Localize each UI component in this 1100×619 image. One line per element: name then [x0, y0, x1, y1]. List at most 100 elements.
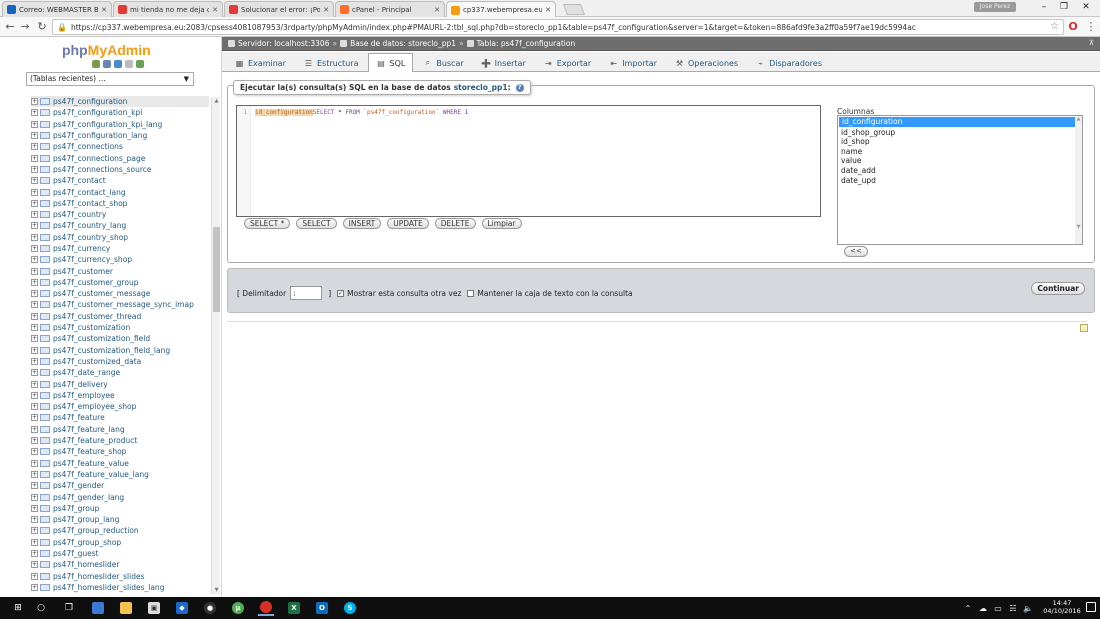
skype-icon[interactable]: S: [342, 600, 358, 616]
expand-icon[interactable]: +: [31, 516, 38, 524]
maximize-icon[interactable]: ❐: [1054, 2, 1074, 12]
table-tree-item[interactable]: + ps47f_customer_message_sync_imap: [31, 299, 209, 310]
table-name[interactable]: ps47f_customer_group: [53, 278, 138, 287]
expand-icon[interactable]: +: [31, 437, 38, 445]
bookmark-star-icon[interactable]: ☆: [1050, 21, 1059, 32]
close-tab-icon[interactable]: ✕: [545, 6, 551, 14]
expand-icon[interactable]: +: [31, 278, 38, 286]
table-name[interactable]: ps47f_customer_message_sync_imap: [53, 300, 194, 309]
table-name[interactable]: ps47f_homeslider_slides: [53, 572, 145, 581]
table-name[interactable]: ps47f_configuration: [53, 97, 127, 106]
close-tab-icon[interactable]: ✕: [101, 6, 107, 14]
table-name[interactable]: ps47f_homeslider_slides_lang: [53, 583, 164, 592]
table-tree-item[interactable]: + ps47f_connections: [31, 141, 209, 152]
table-name[interactable]: ps47f_gender_lang: [53, 493, 124, 502]
sql-editor[interactable]: 1 id_configurationSELECT * FROM `ps47f_c…: [236, 105, 821, 217]
expand-icon[interactable]: +: [31, 233, 38, 241]
tray-chevron-icon[interactable]: ⌃: [960, 600, 976, 616]
expand-icon[interactable]: +: [31, 109, 38, 117]
table-name[interactable]: ps47f_date_range: [53, 368, 120, 377]
table-tree-item[interactable]: + ps47f_homeslider: [31, 559, 209, 570]
expand-icon[interactable]: +: [31, 504, 38, 512]
opera-icon[interactable]: O: [1066, 20, 1080, 34]
table-name[interactable]: ps47f_country: [53, 210, 106, 219]
tab-exportar[interactable]: ⇥ Exportar: [536, 54, 599, 71]
minimize-icon[interactable]: –: [1034, 2, 1054, 12]
table-tree-item[interactable]: + ps47f_feature_value: [31, 458, 209, 469]
tab-operaciones[interactable]: ⚒ Operaciones: [667, 54, 746, 71]
cortana-icon[interactable]: ○: [33, 600, 49, 616]
table-tree-item[interactable]: + ps47f_feature_value_lang: [31, 469, 209, 480]
phpmyadmin-logo[interactable]: phpMyAdmin: [62, 42, 151, 58]
table-name[interactable]: ps47f_customization: [53, 323, 130, 332]
expand-icon[interactable]: +: [31, 380, 38, 388]
table-tree-item[interactable]: + ps47f_group_shop: [31, 537, 209, 548]
help-icon[interactable]: [114, 60, 122, 68]
table-name[interactable]: ps47f_group_lang: [53, 515, 119, 524]
expand-icon[interactable]: +: [31, 290, 38, 298]
tab-buscar[interactable]: ⌕ Buscar: [415, 54, 471, 71]
breadcrumb-table[interactable]: Tabla: ps47f_configuration: [477, 39, 576, 48]
table-tree-item[interactable]: + ps47f_connections_page: [31, 152, 209, 163]
table-name[interactable]: ps47f_connections: [53, 142, 123, 151]
table-name[interactable]: ps47f_customer_thread: [53, 312, 141, 321]
column-option[interactable]: id_configuration: [839, 117, 1081, 127]
back-icon[interactable]: ←: [3, 20, 17, 34]
table-tree-item[interactable]: + ps47f_gender: [31, 480, 209, 491]
browser-tab[interactable]: Correo: WEBMASTER BU ✕: [2, 1, 112, 17]
expand-icon[interactable]: +: [31, 403, 38, 411]
file-explorer-icon[interactable]: [118, 600, 134, 616]
menu-icon[interactable]: ⋮: [1084, 20, 1098, 34]
query-template-button[interactable]: UPDATE: [387, 218, 429, 229]
table-name[interactable]: ps47f_feature: [53, 413, 105, 422]
profile-button[interactable]: Jose Perez: [974, 2, 1016, 12]
browser-tab[interactable]: cPanel - Principal ✕: [335, 1, 445, 17]
table-name[interactable]: ps47f_configuration_lang: [53, 131, 147, 140]
breadcrumb-database[interactable]: Base de datos: storeclo_pp1: [350, 39, 456, 48]
table-tree-item[interactable]: + ps47f_country_lang: [31, 220, 209, 231]
scroll-down-icon[interactable]: ▼: [212, 587, 221, 593]
expand-icon[interactable]: +: [31, 459, 38, 467]
collapse-icon[interactable]: ⊼: [1089, 39, 1094, 47]
scroll-thumb[interactable]: [213, 227, 220, 312]
table-name[interactable]: ps47f_feature_value_lang: [53, 470, 149, 479]
expand-icon[interactable]: +: [31, 211, 38, 219]
table-tree-item[interactable]: + ps47f_customer: [31, 265, 209, 276]
table-tree-item[interactable]: + ps47f_currency_shop: [31, 254, 209, 265]
table-tree-item[interactable]: + ps47f_employee: [31, 390, 209, 401]
expand-icon[interactable]: +: [31, 301, 38, 309]
tree-scrollbar[interactable]: ▲ ▼: [211, 97, 220, 594]
column-option[interactable]: name: [838, 147, 1082, 157]
table-tree-item[interactable]: + ps47f_feature: [31, 412, 209, 423]
tab-estructura[interactable]: ☰ Estructura: [296, 54, 367, 71]
expand-icon[interactable]: +: [31, 312, 38, 320]
tab-importar[interactable]: ⇤ Importar: [601, 54, 665, 71]
close-window-icon[interactable]: ✕: [1076, 2, 1096, 12]
table-name[interactable]: ps47f_contact_shop: [53, 199, 127, 208]
expand-icon[interactable]: +: [31, 245, 38, 252]
table-tree-item[interactable]: + ps47f_homeslider_slides_lang: [31, 582, 209, 593]
outlook-icon[interactable]: O: [314, 600, 330, 616]
expand-icon[interactable]: +: [31, 222, 38, 230]
expand-icon[interactable]: +: [31, 425, 38, 433]
volume-icon[interactable]: 🔈: [1020, 600, 1036, 616]
show-query-checkbox[interactable]: ✓: [337, 289, 345, 297]
console-icon[interactable]: [1080, 324, 1088, 332]
table-tree-item[interactable]: + ps47f_employee_shop: [31, 401, 209, 412]
database-link[interactable]: storeclo_pp1: [454, 83, 508, 92]
logout-icon[interactable]: [103, 60, 111, 68]
expand-icon[interactable]: +: [31, 369, 38, 377]
table-tree-item[interactable]: + ps47f_group_reduction: [31, 525, 209, 536]
table-tree-item[interactable]: + ps47f_date_range: [31, 367, 209, 378]
store-icon[interactable]: ▣: [146, 600, 162, 616]
table-tree-item[interactable]: + ps47f_configuration_kpi_lang: [31, 119, 209, 130]
taskbar-app-2[interactable]: ◆: [174, 600, 190, 616]
table-tree-item[interactable]: + ps47f_guest: [31, 548, 209, 559]
tab-insertar[interactable]: ➕ Insertar: [474, 54, 534, 71]
table-name[interactable]: ps47f_customization_field_lang: [53, 346, 170, 355]
close-tab-icon[interactable]: ✕: [434, 6, 440, 14]
keep-box-checkbox[interactable]: [467, 289, 475, 297]
expand-icon[interactable]: +: [31, 335, 38, 343]
table-tree-item[interactable]: + ps47f_configuration: [31, 96, 209, 108]
expand-icon[interactable]: +: [31, 324, 38, 332]
